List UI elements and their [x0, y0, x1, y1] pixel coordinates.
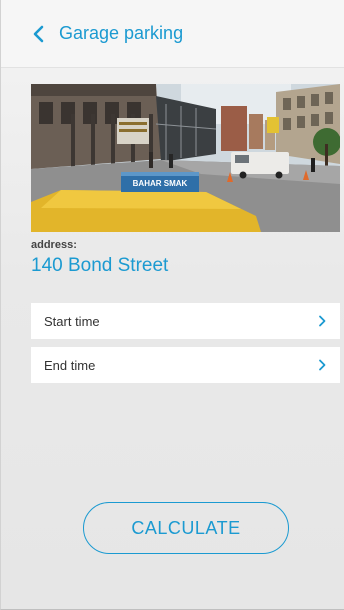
calculate-button[interactable]: CALCULATE	[83, 502, 289, 554]
chevron-right-icon	[319, 315, 326, 327]
start-time-label: Start time	[44, 313, 100, 329]
back-button[interactable]	[31, 14, 45, 54]
taxi-sign-text: BAHAR SMAK	[133, 179, 188, 188]
street-view-photo: BAHAR SMAK	[31, 84, 340, 232]
end-time-row[interactable]: End time	[31, 347, 340, 383]
address-label: address:	[31, 239, 77, 251]
end-time-label: End time	[44, 357, 96, 373]
chevron-right-icon	[319, 359, 326, 371]
page-title: Garage parking	[59, 23, 184, 43]
address-value: 140 Bond Street	[31, 255, 169, 276]
header-bar: Garage parking	[1, 0, 344, 68]
chevron-left-icon	[33, 25, 44, 42]
start-time-row[interactable]: Start time	[31, 303, 340, 339]
screen: Garage parking BAHAR SMAK address: 140 B…	[0, 0, 344, 610]
